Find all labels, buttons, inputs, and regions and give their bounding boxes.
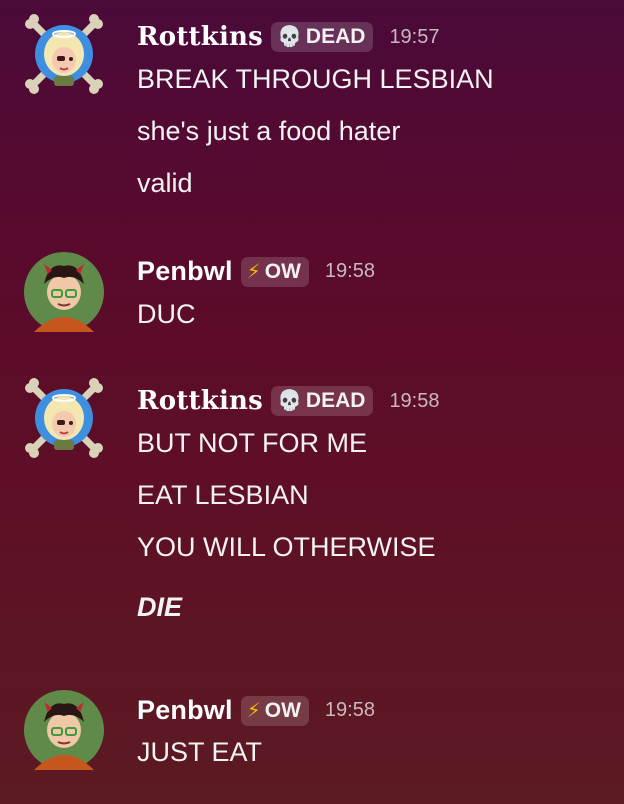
timestamp[interactable]: 19:58	[325, 699, 375, 722]
timestamp[interactable]: 19:58	[325, 260, 375, 283]
role-tag[interactable]: 💀 DEAD	[271, 22, 374, 52]
role-tag-label: OW	[264, 698, 301, 722]
avatar-penbwl-image	[24, 252, 104, 332]
avatar-penbwl-image	[24, 690, 104, 770]
avatar-penbwl[interactable]	[24, 252, 104, 332]
avatar-rottkins-image	[25, 378, 103, 458]
role-tag-label: OW	[264, 259, 301, 283]
role-tag-label: DEAD	[305, 389, 366, 412]
role-tag-label: DEAD	[305, 25, 366, 48]
message-text: JUST EAT	[137, 737, 263, 767]
timestamp[interactable]: 19:57	[389, 26, 439, 49]
message-text: valid	[137, 168, 193, 198]
avatar-rottkins-image	[25, 14, 103, 94]
skull-icon: 💀	[277, 26, 302, 48]
message-text: she's just a food hater	[137, 116, 401, 146]
username[interactable]: Penbwl	[137, 256, 233, 287]
avatar-penbwl[interactable]	[24, 690, 104, 770]
username[interactable]: Penbwl	[137, 695, 233, 726]
avatar-rottkins[interactable]	[24, 14, 104, 94]
role-tag[interactable]: 💀 DEAD	[271, 386, 374, 416]
role-tag[interactable]: ⚡ OW	[240, 695, 309, 726]
timestamp[interactable]: 19:58	[389, 390, 439, 413]
message-text: BREAK THROUGH LESBIAN	[137, 64, 494, 94]
username[interactable]: Rottkins	[137, 22, 263, 52]
lightning-icon: ⚡	[246, 260, 261, 283]
message-text: BUT NOT FOR ME	[137, 428, 368, 458]
message-text: YOU WILL OTHERWISE	[137, 532, 436, 562]
skull-icon: 💀	[277, 390, 302, 412]
message-text: DUC	[137, 299, 196, 329]
role-tag[interactable]: ⚡ OW	[240, 256, 309, 287]
avatar-rottkins[interactable]	[24, 378, 104, 458]
username[interactable]: Rottkins	[137, 386, 263, 416]
lightning-icon: ⚡	[246, 699, 261, 722]
message-text: DIE	[137, 592, 183, 622]
message-text: EAT LESBIAN	[137, 480, 309, 510]
